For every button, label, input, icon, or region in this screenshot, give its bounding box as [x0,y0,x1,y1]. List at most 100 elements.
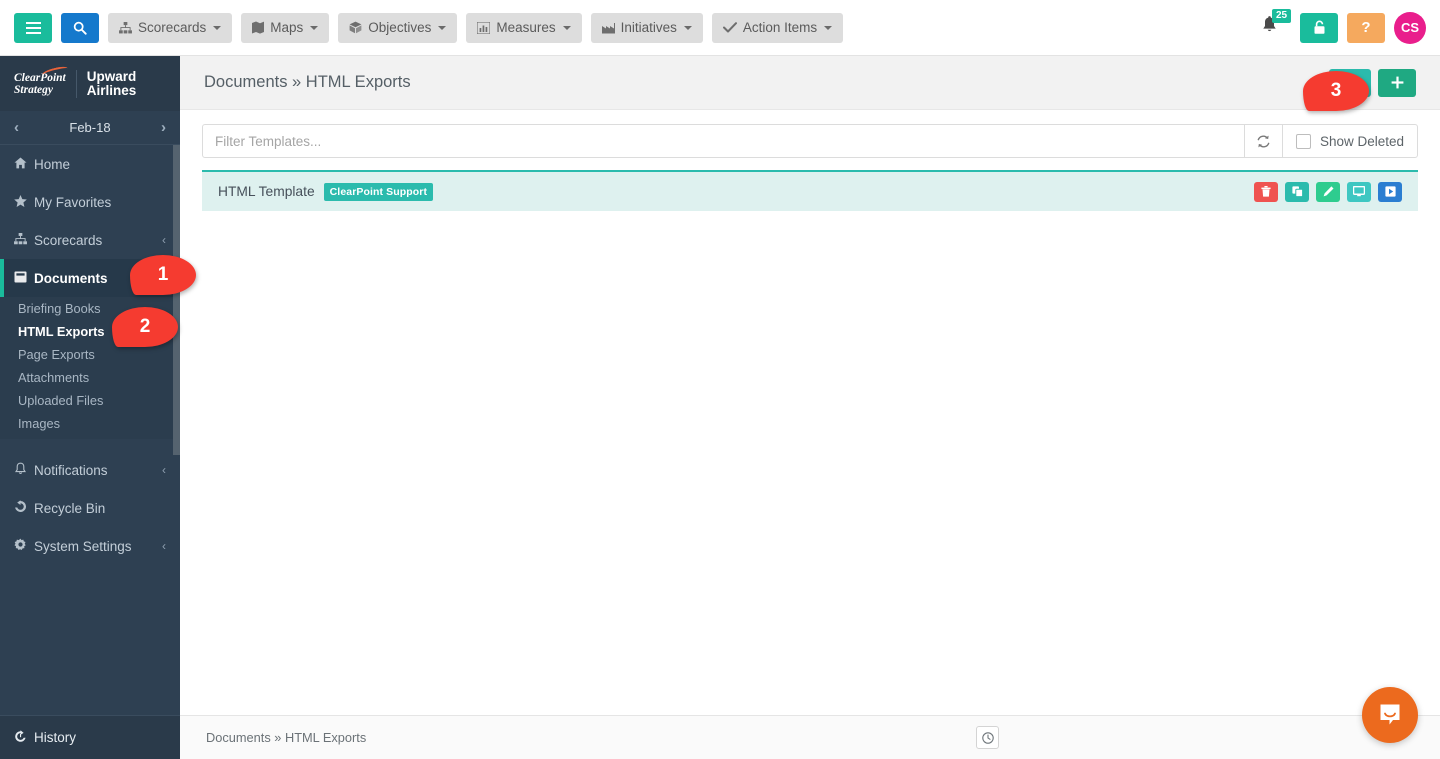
chevron-down-icon [213,26,221,30]
search-button[interactable] [61,13,99,43]
nav-measures-button[interactable]: Measures [466,13,581,43]
nav-action-items-button[interactable]: Action Items [712,13,843,43]
home-icon [14,157,34,172]
sidebar-item-recycle-bin[interactable]: Recycle Bin [0,489,180,527]
chat-icon [1377,702,1403,728]
topbar-right-group: 25 ? CS [1261,12,1426,44]
run-button[interactable] [1378,182,1402,202]
notification-count-badge: 25 [1272,9,1291,23]
show-deleted-label: Show Deleted [1320,134,1404,149]
period-next-button[interactable]: › [161,119,166,136]
factory-icon [602,22,615,34]
logo-line-2: Strategy [14,84,66,96]
org-line-1: Upward [87,70,137,84]
edit-button[interactable] [1316,182,1340,202]
chevron-left-icon: ‹ [162,233,166,247]
avatar[interactable]: CS [1394,12,1426,44]
chat-launcher-button[interactable] [1362,687,1418,743]
notifications-button[interactable]: 25 [1261,16,1278,39]
display-button[interactable] [1347,182,1371,202]
filter-toolbar: Show Deleted [202,124,1418,158]
copy-icon [1292,186,1303,197]
sidebar-item-notifications[interactable]: Notifications ‹ [0,451,180,489]
chevron-down-icon [310,26,318,30]
star-icon [14,195,34,210]
nav-objectives-label: Objectives [368,20,431,35]
sidebar-item-documents-label: Documents [34,271,108,286]
lock-icon [1313,20,1326,35]
nav-objectives-button[interactable]: Objectives [338,13,457,43]
sidebar-subitem-html-exports-label: HTML Exports [18,324,105,339]
table-row[interactable]: HTML Template ClearPoint Support [202,170,1418,211]
show-deleted-checkbox[interactable] [1296,134,1311,149]
show-deleted-toggle[interactable]: Show Deleted [1282,125,1417,157]
refresh-button[interactable] [1244,125,1282,157]
gear-icon [14,538,34,554]
breadcrumb: Documents » HTML Exports [206,730,366,745]
search-icon [73,21,87,35]
refresh-icon [1256,134,1271,149]
sidebar-subitem-images-label: Images [18,416,60,431]
footer-bar: Documents » HTML Exports [180,715,1440,759]
sidebar-item-home[interactable]: Home [0,145,180,183]
monitor-icon [1353,186,1365,197]
hamburger-icon [26,22,41,34]
add-template-button[interactable] [1378,69,1416,97]
brand-header: ClearPoint Strategy Upward Airlines [0,56,180,111]
sidebar-item-recycle-bin-label: Recycle Bin [34,501,105,516]
map-icon [252,21,264,34]
nav-initiatives-label: Initiatives [621,20,677,35]
sidebar-scrollbar[interactable] [173,145,180,455]
chevron-left-icon: ‹ [162,539,166,553]
chevron-down-icon [824,26,832,30]
copy-button[interactable] [1285,182,1309,202]
sidebar-item-system-settings-label: System Settings [34,539,132,554]
sidebar-subitem-attachments[interactable]: Attachments [0,366,180,389]
filter-templates-input[interactable] [203,125,1244,157]
chevron-down-icon [563,26,571,30]
nav-initiatives-button[interactable]: Initiatives [591,13,703,43]
callout-number: 1 [158,264,169,286]
sidebar-item-system-settings[interactable]: System Settings ‹ [0,527,180,565]
subnav-spacer [0,439,180,451]
sidebar-item-scorecards-label: Scorecards [34,233,102,248]
help-button[interactable]: ? [1347,13,1385,43]
status-badge: ClearPoint Support [324,183,433,201]
organization-name: Upward Airlines [87,70,137,98]
sidebar-subitem-attachments-label: Attachments [18,370,89,385]
org-line-2: Airlines [87,84,137,98]
bell-icon [14,462,34,478]
cube-icon [349,21,362,34]
chevron-down-icon [684,26,692,30]
sidebar-item-home-label: Home [34,157,70,172]
row-actions [1254,182,1402,202]
page-history-button[interactable] [976,726,999,749]
sidebar-subitem-images[interactable]: Images [0,412,180,435]
clearpoint-logo: ClearPoint Strategy [14,72,66,96]
callout-1: 1 [130,255,196,295]
sidebar-subitem-uploaded-files[interactable]: Uploaded Files [0,389,180,412]
nav-maps-button[interactable]: Maps [241,13,329,43]
callout-3: 3 [1303,71,1369,111]
sidebar: ClearPoint Strategy Upward Airlines ‹ Fe… [0,56,180,759]
callout-2: 2 [112,307,178,347]
sidebar-item-scorecards[interactable]: Scorecards ‹ [0,221,180,259]
sidebar-item-my-favorites[interactable]: My Favorites [0,183,180,221]
delete-button[interactable] [1254,182,1278,202]
callout-number: 3 [1331,80,1342,102]
pencil-icon [1323,186,1334,197]
lock-button[interactable] [1300,13,1338,43]
chevron-down-icon [438,26,446,30]
sitemap-icon [119,22,132,34]
hamburger-menu-button[interactable] [14,13,52,43]
sidebar-item-notifications-label: Notifications [34,463,108,478]
bar-chart-icon [477,22,490,34]
history-button[interactable]: History [0,715,180,759]
sidebar-subitem-briefing-books-label: Briefing Books [18,301,101,316]
book-icon [14,271,34,286]
check-icon [723,22,737,33]
sidebar-subitem-page-exports-label: Page Exports [18,347,95,362]
nav-scorecards-button[interactable]: Scorecards [108,13,232,43]
period-selector: ‹ Feb-18 › [0,111,180,145]
nav-scorecards-label: Scorecards [138,20,206,35]
